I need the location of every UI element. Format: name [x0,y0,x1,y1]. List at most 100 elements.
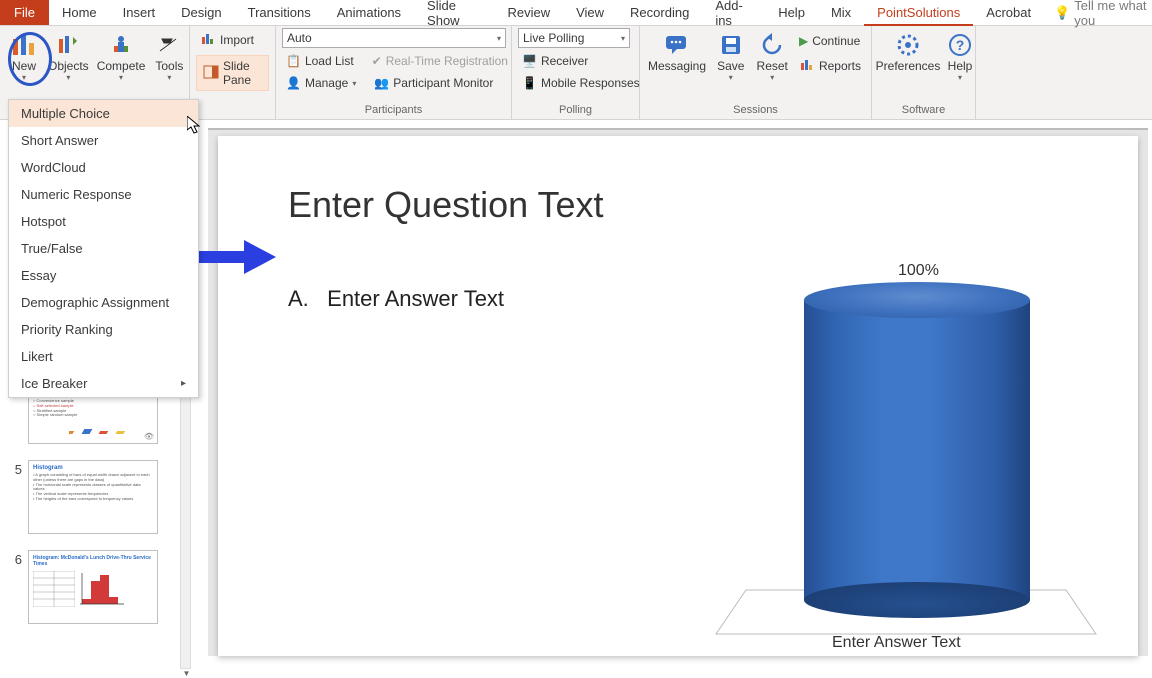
objects-icon [52,30,84,60]
list-combo[interactable]: Auto ▾ [282,28,506,48]
svg-text:?: ? [956,37,965,53]
polling-label: Polling [518,102,633,117]
slide-thumbnail[interactable]: Histogram • A graph consisting of bars o… [28,460,158,534]
dropdown-item-wordcloud[interactable]: WordCloud [9,154,198,181]
messaging-button[interactable]: Messaging [646,28,708,75]
dropdown-item-demographic[interactable]: Demographic Assignment [9,289,198,316]
objects-button[interactable]: Objects ▾ [46,28,91,84]
tell-me-text: Tell me what you [1074,0,1152,28]
tab-home[interactable]: Home [49,0,110,25]
dropdown-item-true-false[interactable]: True/False [9,235,198,262]
tab-help[interactable]: Help [765,0,818,25]
list-icon: 📋 [286,54,301,68]
chevron-down-icon: ▾ [119,73,123,82]
new-button[interactable]: New ▾ [6,28,42,84]
reset-icon [756,30,788,60]
tab-review[interactable]: Review [494,0,563,25]
chevron-down-icon: ▾ [729,73,733,82]
answer-row[interactable]: A. Enter Answer Text [288,286,504,312]
dropdown-item-numeric-response[interactable]: Numeric Response [9,181,198,208]
thumbnail-pane: 4 ✶ A magazine printed a survey in its m… [0,370,180,640]
sessions-label: Sessions [646,102,865,117]
tab-animations[interactable]: Animations [324,0,414,25]
gear-icon [892,30,924,60]
tab-insert[interactable]: Insert [110,0,169,25]
dropdown-item-likert[interactable]: Likert [9,343,198,370]
continue-button[interactable]: ▶ Continue [795,32,865,50]
thumbnail-row[interactable]: 6 Histogram: McDonald's Lunch Drive-Thru… [0,550,180,624]
dropdown-item-ice-breaker[interactable]: Ice Breaker▸ [9,370,198,397]
realtime-registration-button[interactable]: ✔ Real-Time Registration [368,52,512,70]
manage-button[interactable]: 👤 Manage ▾ [282,74,360,92]
tab-recording[interactable]: Recording [617,0,702,25]
chevron-down-icon: ▾ [66,73,70,82]
slide-thumbnail[interactable]: Histogram: McDonald's Lunch Drive-Thru S… [28,550,158,624]
tab-design[interactable]: Design [168,0,234,25]
ribbon-group-sessions: Messaging Save ▾ Reset ▾ ▶ Continue [640,26,872,119]
participant-monitor-button[interactable]: 👥 Participant Monitor [370,74,497,92]
import-button[interactable]: Import [196,28,258,51]
new-dropdown: Multiple Choice Short Answer WordCloud N… [8,99,199,398]
save-icon [715,30,747,60]
thumbnail-row[interactable]: 5 Histogram • A graph consisting of bars… [0,460,180,534]
ribbon-group-participants: Auto ▾ 📋 Load List ✔ Real-Time Registrat… [276,26,512,119]
dropdown-item-multiple-choice[interactable]: Multiple Choice [9,100,198,127]
save-button[interactable]: Save ▾ [712,28,749,84]
ribbon-group-import: Import Slide Pane [190,26,276,119]
ribbon-group-polling: Live Polling ▾ 🖥️ Receiver 📱 Mobile Resp… [512,26,640,119]
file-tab[interactable]: File [0,0,49,25]
reset-button[interactable]: Reset ▾ [753,28,790,84]
slide-canvas[interactable]: Enter Question Text A. Enter Answer Text… [218,136,1138,656]
load-list-button[interactable]: 📋 Load List [282,52,358,70]
slide-pane-button[interactable]: Slide Pane [196,55,269,91]
tab-slide-show[interactable]: Slide Show [414,0,494,25]
chevron-right-icon: ▸ [181,378,186,389]
tab-acrobat[interactable]: Acrobat [973,0,1044,25]
scroll-track[interactable] [180,379,191,669]
tab-mix[interactable]: Mix [818,0,864,25]
chart-icon [200,30,216,49]
mobile-icon: 📱 [522,76,537,90]
check-icon: ✔ [372,54,382,68]
tell-me[interactable]: 💡 Tell me what you [1044,0,1152,25]
mini-histogram-icon [78,571,128,607]
pane-icon [203,64,219,83]
dropdown-item-essay[interactable]: Essay [9,262,198,289]
compete-button[interactable]: Compete ▾ [95,28,148,84]
play-icon: ▶ [799,34,808,48]
bulb-icon: 💡 [1054,5,1070,21]
polling-combo[interactable]: Live Polling ▾ [518,28,630,48]
chevron-down-icon: ▾ [770,73,774,82]
tab-pointsolutions[interactable]: PointSolutions [864,0,973,26]
thumb-number: 5 [0,460,22,534]
tab-addins[interactable]: Add-ins [702,0,765,25]
tab-view[interactable]: View [563,0,617,25]
dropdown-item-hotspot[interactable]: Hotspot [9,208,198,235]
chart-cylinder [804,282,1034,612]
eye-icon: 👁 [144,432,154,441]
participants-label: Participants [282,102,505,117]
dropdown-item-short-answer[interactable]: Short Answer [9,127,198,154]
scroll-down-icon[interactable]: ▼ [180,669,193,678]
receiver-button[interactable]: 🖥️ Receiver [518,52,592,70]
tools-button[interactable]: Tools ▾ [151,28,187,84]
chart-category-label: Enter Answer Text [832,634,961,652]
question-title[interactable]: Enter Question Text [288,184,604,226]
answer-text: Enter Answer Text [327,286,504,311]
thumb-number: 6 [0,550,22,624]
tools-icon [153,30,185,60]
help-button[interactable]: ? Help ▾ [942,28,978,84]
dropdown-item-priority-ranking[interactable]: Priority Ranking [9,316,198,343]
thumbnail-scrollbar[interactable]: ▲ ▼ [180,370,193,660]
ribbon-group-software: Preferences ? Help ▾ Software [872,26,976,119]
chevron-down-icon: ▾ [167,73,171,82]
preferences-button[interactable]: Preferences [878,28,938,75]
monitor-icon: 👥 [374,76,389,90]
chevron-down-icon: ▾ [22,73,26,82]
chevron-down-icon: ▾ [958,73,962,82]
mini-table-icon [33,571,75,607]
cursor-icon [187,116,203,136]
reports-button[interactable]: Reports [795,54,865,77]
tab-transitions[interactable]: Transitions [235,0,324,25]
mobile-responses-button[interactable]: 📱 Mobile Responses [518,74,644,92]
